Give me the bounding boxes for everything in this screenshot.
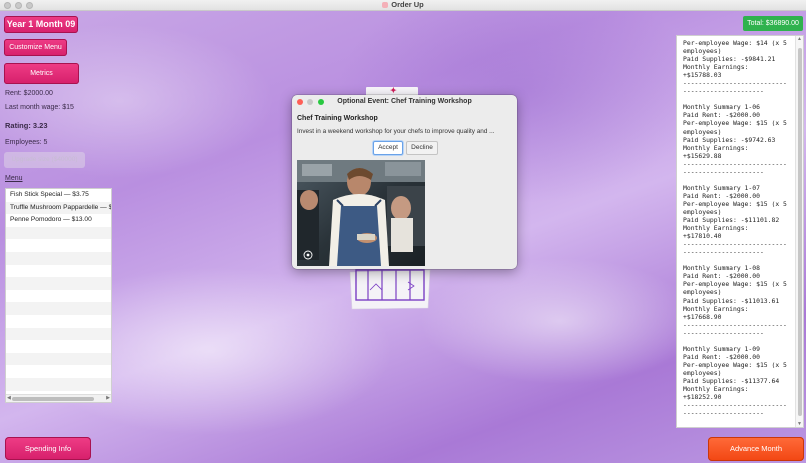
sign-logo-icon: ✦ <box>390 86 397 95</box>
accept-button[interactable]: Accept <box>373 141 403 155</box>
empty-row <box>6 340 111 353</box>
scroll-left-icon[interactable]: ◀ <box>7 395 11 402</box>
monthly-summary-log[interactable]: Per-employee Wage: $14 (x 5 employees) P… <box>676 35 804 428</box>
empty-row <box>6 265 111 278</box>
empty-row <box>6 226 111 240</box>
list-item[interactable]: Penne Pomodoro — $13.00 <box>6 214 111 227</box>
decline-button[interactable]: Decline <box>406 141 438 155</box>
rent-label: Rent: $2000.00 <box>5 90 53 97</box>
event-dialog: Optional Event: Chef Training Workshop C… <box>292 95 517 269</box>
empty-row <box>6 365 111 378</box>
menu-heading: Menu <box>5 175 23 182</box>
chef-photo-image <box>297 160 425 266</box>
empty-row <box>6 290 111 303</box>
advance-month-button[interactable]: Advance Month <box>708 437 804 461</box>
chef-photo <box>297 160 425 266</box>
horizontal-scrollbar[interactable]: ◀ ▶ <box>6 394 111 402</box>
period-badge: Year 1 Month 09 <box>4 16 78 33</box>
list-item[interactable]: Fish Stick Special — $3.75 <box>6 189 111 202</box>
menu-list[interactable]: Fish Stick Special — $3.75 Truffle Mushr… <box>5 188 112 403</box>
empty-row <box>6 315 111 328</box>
metrics-button[interactable]: Metrics <box>4 63 79 84</box>
rating-label: Rating: 3.23 <box>5 121 48 130</box>
visual-lookup-icon[interactable] <box>303 250 313 260</box>
dialog-title: Optional Event: Chef Training Workshop <box>337 98 472 105</box>
window-titlebar: Order Up <box>0 0 806 11</box>
empty-row <box>6 277 111 290</box>
empty-row <box>6 327 111 341</box>
list-item[interactable]: Truffle Mushroom Pappardelle — $ <box>6 201 111 215</box>
window-title: Order Up <box>0 0 806 10</box>
app-icon <box>382 2 389 8</box>
scrollbar-thumb[interactable] <box>797 48 802 416</box>
window-title-text: Order Up <box>391 0 424 9</box>
scroll-right-icon[interactable]: ▶ <box>106 395 110 402</box>
empty-row <box>6 302 111 315</box>
last-wage-label: Last month wage: $15 <box>5 104 74 111</box>
empty-row <box>6 239 111 252</box>
monthly-summary-text: Per-employee Wage: $14 (x 5 employees) P… <box>683 39 787 418</box>
empty-row <box>6 251 111 265</box>
customize-menu-button[interactable]: Customize Menu <box>4 39 67 56</box>
total-balance-badge: Total: $36890.00 <box>743 16 803 31</box>
dialog-heading: Chef Training Workshop <box>297 115 378 122</box>
upgrade-size-button[interactable]: Upgrade size ($40000) <box>4 152 85 168</box>
vertical-scrollbar[interactable]: ▲ ▼ <box>795 36 803 427</box>
employees-label: Employees: 5 <box>5 139 48 146</box>
dialog-description: Invest in a weekend workshop for your ch… <box>297 128 495 135</box>
empty-row <box>6 352 111 366</box>
scrollbar-thumb[interactable] <box>12 396 94 401</box>
stove-illustration <box>349 269 431 310</box>
scroll-up-icon[interactable]: ▲ <box>797 36 802 42</box>
spending-info-button[interactable]: Spending Info <box>5 437 91 460</box>
scroll-down-icon[interactable]: ▼ <box>797 421 802 427</box>
empty-row <box>6 377 111 391</box>
